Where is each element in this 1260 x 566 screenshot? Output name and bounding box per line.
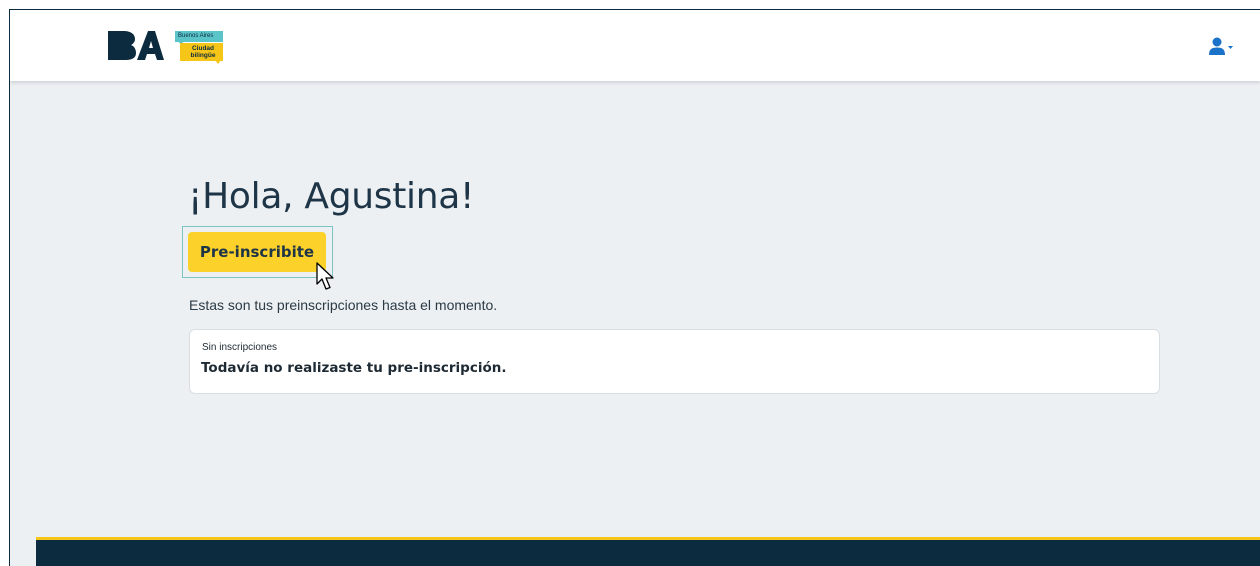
page-title: ¡Hola, Agustina! — [188, 176, 475, 217]
ba-logo[interactable] — [106, 29, 164, 61]
preinscribite-button[interactable]: Pre-inscribite — [188, 232, 326, 272]
card-message: Todavía no realizaste tu pre-inscripción… — [201, 360, 507, 376]
app-window: Buenos Aires Ciudad bilingüe ¡Hola, Agus… — [9, 9, 1260, 566]
badge-bottom-tail — [215, 60, 221, 64]
chevron-down-icon — [1228, 46, 1233, 49]
inscriptions-card: Sin inscripciones Todavía no realizaste … — [189, 329, 1160, 394]
user-menu-button[interactable] — [1208, 37, 1234, 57]
ciudad-bilingue-badge: Buenos Aires Ciudad bilingüe — [175, 31, 225, 65]
card-label: Sin inscripciones — [202, 342, 278, 353]
intro-text: Estas son tus preinscripciones hasta el … — [189, 297, 498, 313]
badge-line-2: bilingüe — [190, 52, 216, 59]
badge-line-1: Ciudad — [191, 45, 215, 52]
top-navbar: Buenos Aires Ciudad bilingüe — [10, 10, 1260, 81]
badge-bottom-text: Ciudad bilingüe — [180, 43, 223, 61]
user-icon — [1209, 37, 1233, 55]
main-content: ¡Hola, Agustina! Pre-inscribite Estas so… — [10, 81, 1260, 537]
footer — [36, 537, 1260, 566]
